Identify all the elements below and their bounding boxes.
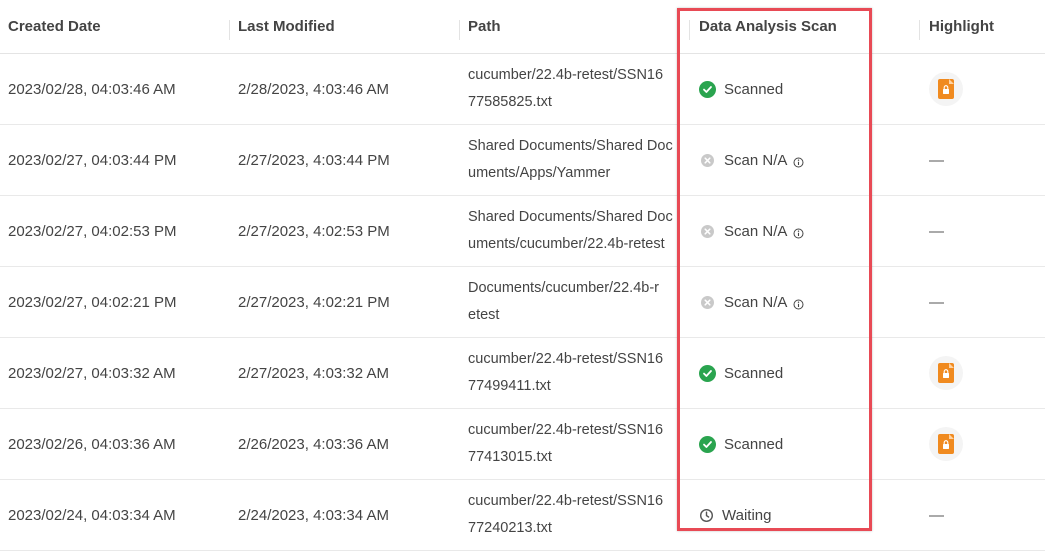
scan-status-label: Waiting xyxy=(722,506,772,524)
check-circle-icon xyxy=(699,435,716,453)
clock-icon xyxy=(699,508,714,523)
table-body: 2023/02/28, 04:03:46 AM 2/28/2023, 4:03:4… xyxy=(0,54,1045,551)
cell-highlight xyxy=(929,54,1039,124)
path-text[interactable]: Shared Documents/Shared Doc uments/cucum… xyxy=(468,204,682,258)
cell-path: cucumber/22.4b-retest/SSN16 77240213.txt xyxy=(468,480,682,550)
cell-last-modified: 2/24/2023, 4:03:34 AM xyxy=(238,506,389,524)
cell-created-date: 2023/02/27, 04:03:44 PM xyxy=(8,151,177,169)
cell-created-date: 2023/02/27, 04:03:32 AM xyxy=(8,364,176,382)
check-circle-icon xyxy=(699,80,716,98)
x-circle-icon xyxy=(701,153,714,167)
cell-path: cucumber/22.4b-retest/SSN16 77585825.txt xyxy=(468,54,682,124)
table-row[interactable]: 2023/02/24, 04:03:34 AM 2/24/2023, 4:03:3… xyxy=(0,480,1045,551)
cell-created-date: 2023/02/28, 04:03:46 AM xyxy=(8,80,176,98)
cell-data-analysis-scan: Scan N/A xyxy=(699,196,909,266)
x-circle-icon xyxy=(701,224,714,238)
cell-highlight: — xyxy=(929,125,1039,195)
highlight-badge[interactable] xyxy=(929,356,963,390)
scan-status-label: Scan N/A xyxy=(724,151,788,169)
scan-status: Scan N/A xyxy=(699,152,804,169)
path-text[interactable]: cucumber/22.4b-retest/SSN16 77499411.txt xyxy=(468,346,682,400)
scan-status-label: Scan N/A xyxy=(724,222,788,240)
column-header-path[interactable]: Path xyxy=(468,0,682,53)
lock-document-icon xyxy=(938,363,954,383)
cell-last-modified: 2/27/2023, 4:02:21 PM xyxy=(238,293,390,311)
cell-highlight: — xyxy=(929,196,1039,266)
cell-created-date: 2023/02/27, 04:02:21 PM xyxy=(8,293,177,311)
cell-last-modified: 2/28/2023, 4:03:46 AM xyxy=(238,80,389,98)
path-text[interactable]: cucumber/22.4b-retest/SSN16 77585825.txt xyxy=(468,62,682,116)
cell-created-date: 2023/02/24, 04:03:34 AM xyxy=(8,506,176,524)
path-text[interactable]: Shared Documents/Shared Doc uments/Apps/… xyxy=(468,133,682,187)
cell-data-analysis-scan: Scanned xyxy=(699,409,909,479)
table-row[interactable]: 2023/02/27, 04:02:53 PM 2/27/2023, 4:02:5… xyxy=(0,196,1045,267)
scan-status: Scanned xyxy=(699,364,784,382)
cell-path: Documents/cucumber/22.4b-r etest xyxy=(468,267,682,337)
empty-value: — xyxy=(929,506,944,524)
scan-status: Scanned xyxy=(699,435,784,453)
table-row[interactable]: 2023/02/27, 04:03:32 AM 2/27/2023, 4:03:3… xyxy=(0,338,1045,409)
column-header-data-analysis-scan[interactable]: Data Analysis Scan xyxy=(699,0,909,53)
cell-last-modified: 2/27/2023, 4:02:53 PM xyxy=(238,222,390,240)
x-circle-icon xyxy=(701,295,714,309)
column-divider[interactable] xyxy=(229,20,230,40)
info-icon[interactable] xyxy=(793,226,804,238)
scan-status-label: Scanned xyxy=(724,80,784,98)
table-row[interactable]: 2023/02/27, 04:03:44 PM 2/27/2023, 4:03:4… xyxy=(0,125,1045,196)
table-row[interactable]: 2023/02/26, 04:03:36 AM 2/26/2023, 4:03:3… xyxy=(0,409,1045,480)
path-text[interactable]: Documents/cucumber/22.4b-r etest xyxy=(468,275,682,329)
cell-data-analysis-scan: Waiting xyxy=(699,480,909,550)
info-icon[interactable] xyxy=(793,297,804,309)
cell-data-analysis-scan: Scanned xyxy=(699,54,909,124)
scan-status-label: Scanned xyxy=(724,364,784,382)
column-header-highlight[interactable]: Highlight xyxy=(929,0,1039,53)
cell-path: Shared Documents/Shared Doc uments/Apps/… xyxy=(468,125,682,195)
cell-highlight: — xyxy=(929,480,1039,550)
cell-path: Shared Documents/Shared Doc uments/cucum… xyxy=(468,196,682,266)
scan-status-label: Scanned xyxy=(724,435,784,453)
files-table: Created Date Last Modified Path Data Ana… xyxy=(0,0,1045,551)
cell-created-date: 2023/02/27, 04:02:53 PM xyxy=(8,222,177,240)
column-header-last-modified[interactable]: Last Modified xyxy=(238,0,460,53)
scan-status: Scan N/A xyxy=(699,223,804,240)
lock-document-icon xyxy=(938,434,954,454)
cell-highlight xyxy=(929,338,1039,408)
empty-value: — xyxy=(929,151,944,169)
table-row[interactable]: 2023/02/27, 04:02:21 PM 2/27/2023, 4:02:2… xyxy=(0,267,1045,338)
cell-created-date: 2023/02/26, 04:03:36 AM xyxy=(8,435,176,453)
cell-data-analysis-scan: Scan N/A xyxy=(699,267,909,337)
table-header: Created Date Last Modified Path Data Ana… xyxy=(0,0,1045,54)
column-divider[interactable] xyxy=(689,20,690,40)
column-header-created-date[interactable]: Created Date xyxy=(8,0,230,53)
table-row[interactable]: 2023/02/28, 04:03:46 AM 2/28/2023, 4:03:4… xyxy=(0,54,1045,125)
scan-status: Scan N/A xyxy=(699,294,804,311)
cell-last-modified: 2/27/2023, 4:03:32 AM xyxy=(238,364,389,382)
cell-data-analysis-scan: Scan N/A xyxy=(699,125,909,195)
column-divider[interactable] xyxy=(919,20,920,40)
cell-path: cucumber/22.4b-retest/SSN16 77499411.txt xyxy=(468,338,682,408)
highlight-badge[interactable] xyxy=(929,72,963,106)
column-divider[interactable] xyxy=(459,20,460,40)
check-circle-icon xyxy=(699,364,716,382)
cell-last-modified: 2/26/2023, 4:03:36 AM xyxy=(238,435,389,453)
info-icon[interactable] xyxy=(793,155,804,167)
highlight-badge[interactable] xyxy=(929,427,963,461)
cell-data-analysis-scan: Scanned xyxy=(699,338,909,408)
cell-path: cucumber/22.4b-retest/SSN16 77413015.txt xyxy=(468,409,682,479)
lock-document-icon xyxy=(938,79,954,99)
scan-status: Waiting xyxy=(699,507,771,524)
scan-status: Scanned xyxy=(699,80,784,98)
empty-value: — xyxy=(929,222,944,240)
cell-last-modified: 2/27/2023, 4:03:44 PM xyxy=(238,151,390,169)
path-text[interactable]: cucumber/22.4b-retest/SSN16 77413015.txt xyxy=(468,417,682,471)
cell-highlight: — xyxy=(929,267,1039,337)
empty-value: — xyxy=(929,293,944,311)
scan-status-label: Scan N/A xyxy=(724,293,788,311)
cell-highlight xyxy=(929,409,1039,479)
path-text[interactable]: cucumber/22.4b-retest/SSN16 77240213.txt xyxy=(468,488,682,542)
